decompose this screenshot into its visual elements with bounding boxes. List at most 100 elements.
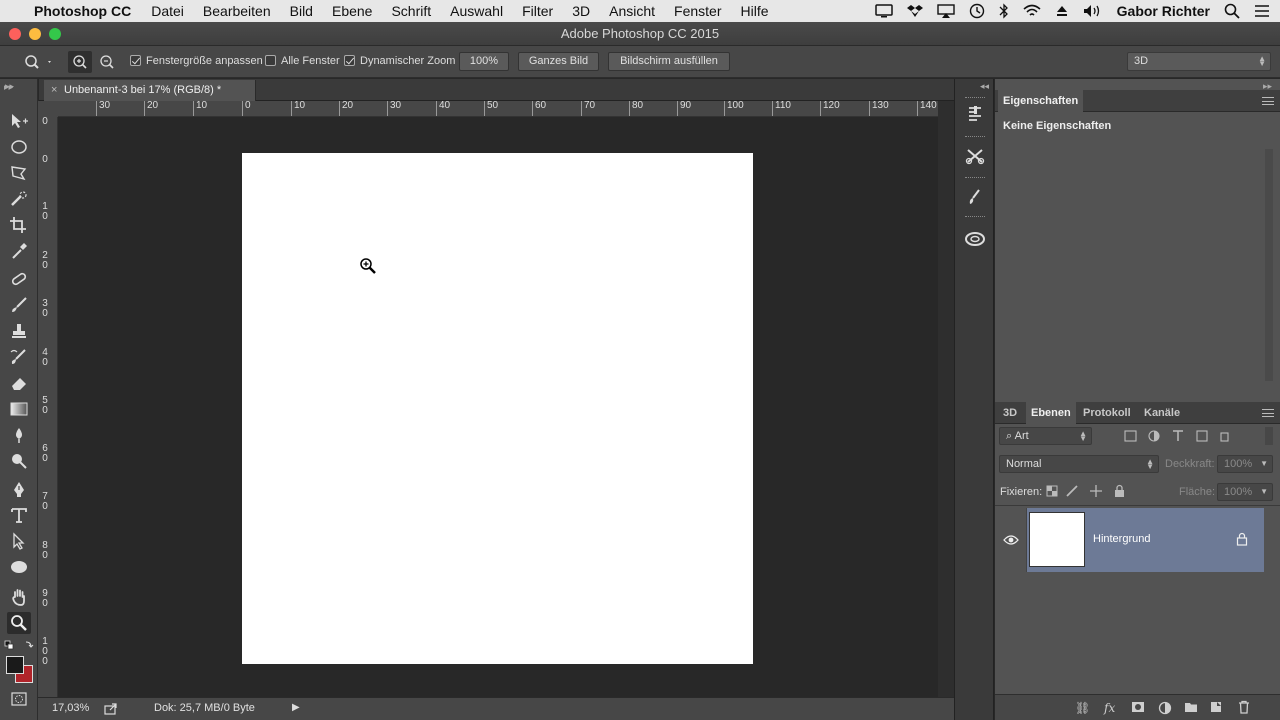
vertical-ruler[interactable]: 0 0 10 20 30 40 50 60 70 80 90 100 <box>38 117 58 697</box>
polygon-lasso-tool-icon[interactable] <box>7 162 31 184</box>
quick-mask-icon[interactable] <box>7 688 31 710</box>
menu-datei[interactable]: Datei <box>151 3 184 19</box>
pen-tool-icon[interactable] <box>7 478 31 500</box>
delete-layer-icon[interactable] <box>1238 700 1250 714</box>
foreground-color-swatch[interactable] <box>6 656 24 674</box>
eyedropper-tool-icon[interactable] <box>7 240 31 262</box>
document-tab[interactable]: × Unbenannt-3 bei 17% (RGB/8) * <box>44 80 256 101</box>
ruler-origin[interactable] <box>38 101 58 117</box>
fit-window-checkbox[interactable] <box>130 55 141 66</box>
lock-options-icons[interactable] <box>1045 484 1125 498</box>
zoom-window-button[interactable] <box>49 28 61 40</box>
quick-selection-tool-icon[interactable] <box>7 188 31 210</box>
blur-tool-icon[interactable] <box>7 424 31 446</box>
spotlight-search-icon[interactable] <box>1224 3 1240 19</box>
fit-screen-button[interactable]: Ganzes Bild <box>518 52 599 71</box>
strip-grip[interactable] <box>965 177 985 180</box>
tab-3d[interactable]: 3D <box>998 402 1022 424</box>
fill-screen-button[interactable]: Bildschirm ausfüllen <box>608 52 730 71</box>
brush-tool-icon[interactable] <box>7 294 31 316</box>
tab-channels[interactable]: Kanäle <box>1139 402 1185 424</box>
add-mask-icon[interactable] <box>1131 701 1145 713</box>
menu-fenster[interactable]: Fenster <box>674 3 721 19</box>
airplay-icon[interactable] <box>936 4 955 18</box>
strip-grip[interactable] <box>965 136 985 139</box>
hand-tool-icon[interactable] <box>7 586 31 608</box>
volume-icon[interactable] <box>1083 4 1103 18</box>
healing-brush-tool-icon[interactable] <box>7 268 31 290</box>
time-machine-icon[interactable] <box>969 3 985 19</box>
filter-toggle[interactable] <box>1265 427 1273 445</box>
opacity-input[interactable]: 100% ▼ <box>1217 455 1273 473</box>
menu-3d[interactable]: 3D <box>572 3 590 19</box>
menu-bearbeiten[interactable]: Bearbeiten <box>203 3 271 19</box>
move-tool-icon[interactable] <box>7 110 31 132</box>
bluetooth-icon[interactable] <box>999 3 1009 19</box>
user-name[interactable]: Gabor Richter <box>1117 3 1210 19</box>
close-document-icon[interactable]: × <box>51 80 57 101</box>
type-tool-icon[interactable] <box>7 504 31 526</box>
gradient-tool-icon[interactable] <box>7 398 31 420</box>
eye-icon[interactable] <box>1003 534 1019 546</box>
document-canvas[interactable] <box>242 153 753 664</box>
new-group-icon[interactable] <box>1184 701 1198 713</box>
visibility-cell[interactable] <box>995 508 1027 572</box>
minimize-window-button[interactable] <box>29 28 41 40</box>
new-layer-icon[interactable] <box>1209 700 1223 714</box>
zoom-in-mode-button[interactable] <box>68 51 92 73</box>
eraser-tool-icon[interactable] <box>7 372 31 394</box>
menu-auswahl[interactable]: Auswahl <box>450 3 503 19</box>
scrubby-zoom-checkbox[interactable] <box>344 55 355 66</box>
zoom-tool-preset-icon[interactable] <box>24 54 54 70</box>
properties-panel-menu-icon[interactable] <box>1262 97 1274 105</box>
strip-grip[interactable] <box>965 97 985 100</box>
strip-grip[interactable] <box>965 216 985 219</box>
zoom-level[interactable]: 17,03% <box>52 702 89 714</box>
menu-bild[interactable]: Bild <box>290 3 313 19</box>
menu-app-name[interactable]: Photoshop CC <box>34 3 131 19</box>
strip-collapse-icon[interactable]: ◂◂ <box>980 81 989 92</box>
lasso-select-tool-icon[interactable] <box>7 136 31 158</box>
zoom-100-button[interactable]: 100% <box>459 52 509 71</box>
default-colors-icon[interactable] <box>4 639 34 651</box>
layers-panel-menu-icon[interactable] <box>1262 409 1274 417</box>
monitor-icon[interactable] <box>874 4 893 18</box>
menu-ansicht[interactable]: Ansicht <box>609 3 655 19</box>
vertical-scrollbar[interactable] <box>938 101 954 697</box>
dodge-tool-icon[interactable] <box>7 450 31 472</box>
tools-preset-icon[interactable] <box>963 145 987 167</box>
crop-tool-icon[interactable] <box>7 214 31 236</box>
wifi-icon[interactable] <box>1023 4 1041 18</box>
share-icon[interactable] <box>104 703 118 715</box>
blend-mode-select[interactable]: Normal ▲ ▼ <box>999 455 1159 473</box>
zoom-out-mode-button[interactable] <box>95 51 119 73</box>
ellipse-tool-icon[interactable] <box>7 556 31 578</box>
history-brush-tool-icon[interactable] <box>7 346 31 368</box>
menu-hilfe[interactable]: Hilfe <box>741 3 769 19</box>
panel-collapse-left-icon[interactable]: ▸▸ <box>5 81 14 92</box>
menu-filter[interactable]: Filter <box>522 3 553 19</box>
dropbox-icon[interactable] <box>906 4 923 18</box>
path-selection-tool-icon[interactable] <box>7 530 31 552</box>
horizontal-ruler[interactable]: 30 20 10 0 10 20 30 40 50 60 70 80 90 10… <box>58 101 938 117</box>
link-layers-icon[interactable]: ⛓ <box>1075 701 1090 715</box>
menu-schrift[interactable]: Schrift <box>391 3 431 19</box>
menu-ebene[interactable]: Ebene <box>332 3 372 19</box>
properties-panel-icon[interactable] <box>963 103 987 125</box>
all-windows-checkbox[interactable] <box>265 55 276 66</box>
adjustment-layer-icon[interactable] <box>1158 701 1172 715</box>
notification-center-icon[interactable] <box>1254 4 1270 18</box>
close-window-button[interactable] <box>9 28 21 40</box>
layer-filter-icons[interactable] <box>1123 429 1233 443</box>
clone-stamp-tool-icon[interactable] <box>7 320 31 342</box>
layer-filter-select[interactable]: ⌕ Art ▲ ▼ <box>999 427 1092 445</box>
zoom-tool-icon[interactable] <box>7 612 31 634</box>
layer-thumbnail[interactable] <box>1029 512 1085 567</box>
tab-properties[interactable]: Eigenschaften <box>998 90 1084 112</box>
status-menu-arrow-icon[interactable]: ▶ <box>292 702 300 713</box>
tab-layers[interactable]: Ebenen <box>1026 402 1076 424</box>
workspace-select[interactable]: 3D ▲ ▼ <box>1127 52 1271 71</box>
creative-cloud-libraries-icon[interactable] <box>963 227 987 249</box>
brush-preset-icon[interactable] <box>963 186 987 208</box>
eject-icon[interactable] <box>1055 4 1069 18</box>
